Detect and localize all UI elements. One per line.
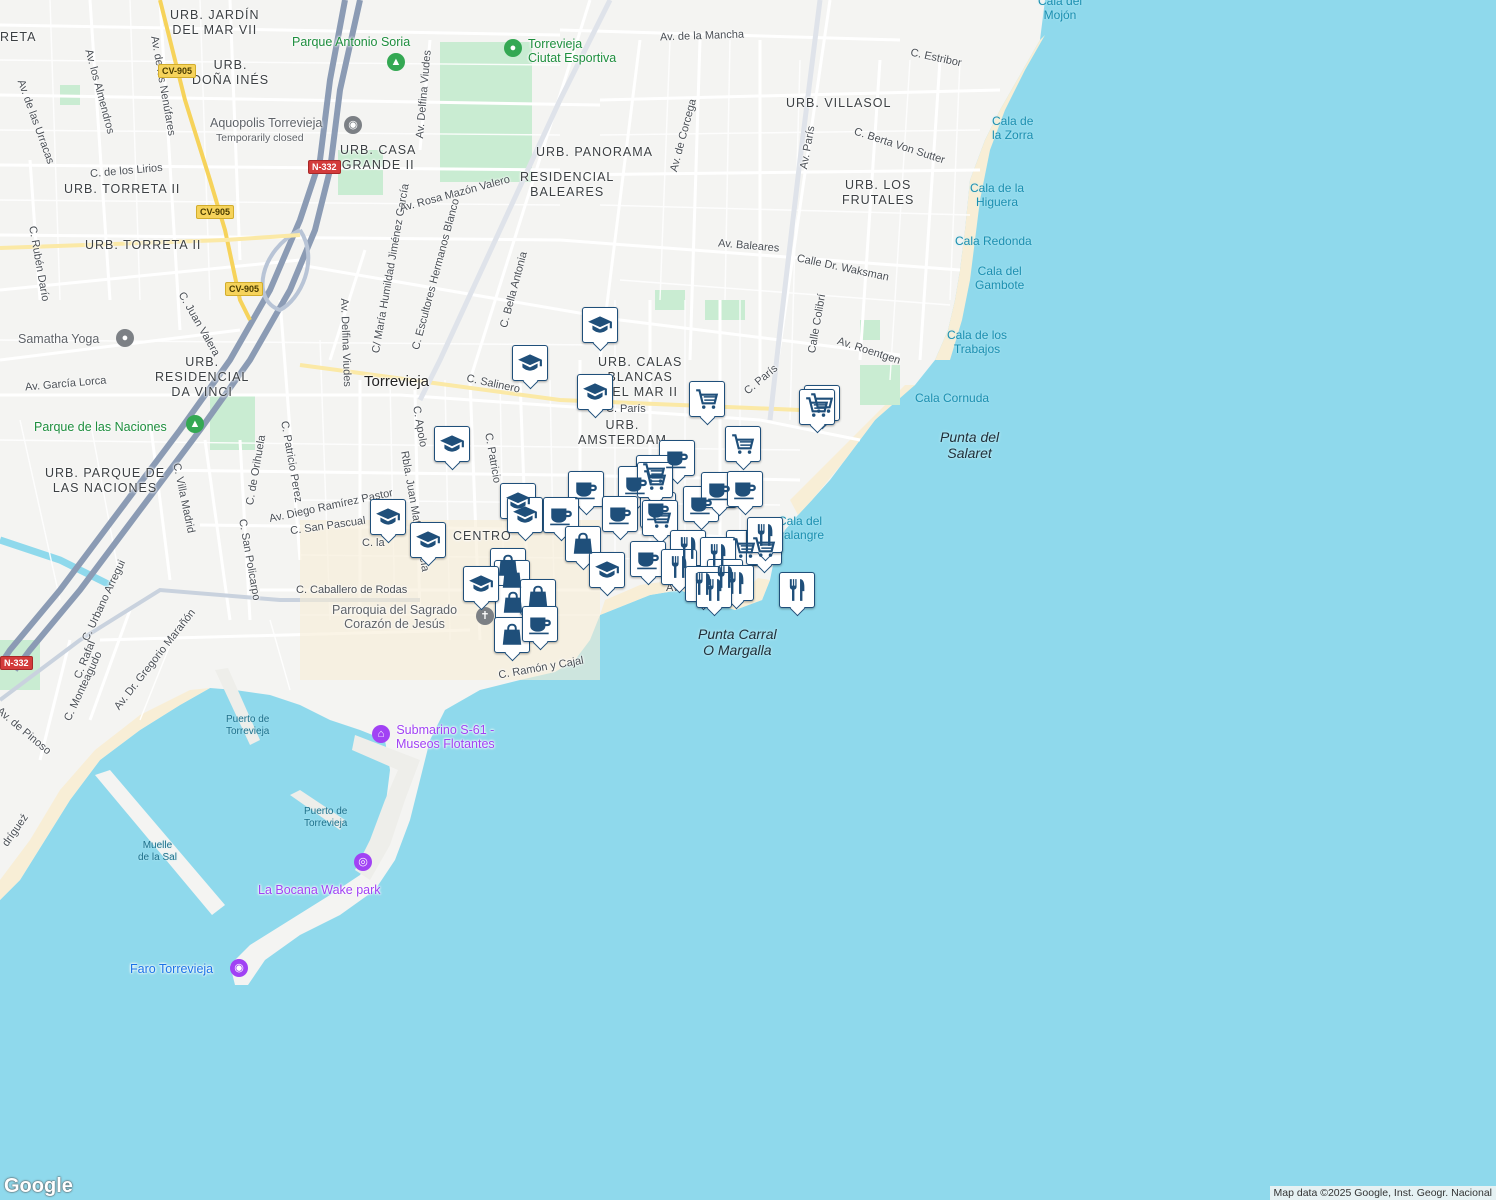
grocery-cart-marker-icon[interactable] xyxy=(642,500,678,536)
area-label-villasol: URB. VILLASOL xyxy=(786,96,892,110)
area-label-jardin: URB. JARDÍN DEL MAR VII xyxy=(170,8,260,37)
cafe-marker-icon[interactable] xyxy=(522,606,558,642)
poi-soria-label[interactable]: Parque Antonio Soria xyxy=(292,35,410,49)
area-label-doina: URB. DOÑA INÉS xyxy=(192,58,270,87)
cafe-marker-icon[interactable] xyxy=(543,497,579,533)
school-marker-icon[interactable] xyxy=(582,307,618,343)
park-icon[interactable]: ▲ xyxy=(387,53,405,71)
poi-aquopolis-label[interactable]: Aquopolis Torrevieja xyxy=(210,116,322,130)
poi-submarino-label[interactable]: Submarino S-61 - Museos Flotantes xyxy=(396,723,495,751)
area-label-centro: CENTRO xyxy=(453,529,512,543)
cafe-marker-icon[interactable] xyxy=(727,471,763,507)
museum-icon[interactable]: ⌂ xyxy=(372,725,390,743)
area-label-reta: RETA xyxy=(0,30,37,44)
city-label: Torrevieja xyxy=(364,373,430,390)
poi-parroquia-label[interactable]: Parroquia del Sagrado Corazón de Jesús xyxy=(332,603,457,631)
coast-trabajos: Cala de los Trabajos xyxy=(947,328,1008,356)
wake-park-icon[interactable]: ◎ xyxy=(354,853,372,871)
park xyxy=(705,300,745,320)
coast-higuera: Cala de la Higuera xyxy=(970,181,1025,209)
park xyxy=(440,42,532,182)
shield-cv905: CV-905 xyxy=(225,282,264,296)
stadium-icon[interactable]: ● xyxy=(504,39,522,57)
camera-icon[interactable]: ◉ xyxy=(344,116,362,134)
area-label-amsterdam: URB. AMSTERDAM xyxy=(578,418,667,447)
grocery-cart-marker-icon[interactable] xyxy=(799,389,835,425)
street-c-la: C. la xyxy=(362,537,385,549)
poi-ciutat-label[interactable]: Torrevieja Ciutat Esportiva xyxy=(528,37,616,65)
park xyxy=(655,290,685,310)
poi-puerto-label: Puerto de Torrevieja xyxy=(304,806,348,829)
poi-bocana-label[interactable]: La Bocana Wake park xyxy=(258,883,381,897)
park-icon[interactable]: ▲ xyxy=(186,415,204,433)
coast-redonda: Cala Redonda xyxy=(955,234,1032,248)
coast-palangre: Cala del Palangre xyxy=(776,514,825,542)
school-marker-icon[interactable] xyxy=(577,374,613,410)
area-label-baleares: RESIDENCIAL BALEARES xyxy=(520,170,615,199)
area-label-panorama: URB. PANORAMA xyxy=(536,145,653,159)
church-icon[interactable]: ✝ xyxy=(476,607,494,625)
area-label-casa-grande: URB. CASA GRANDE II xyxy=(340,143,417,172)
area-label-naciones: URB. PARQUE DE LAS NACIONES xyxy=(45,466,166,495)
coast-cornuda: Cala Cornuda xyxy=(915,391,990,405)
coast-gambote: Cala del Gambote xyxy=(975,264,1025,292)
grocery-cart-marker-icon[interactable] xyxy=(725,426,761,462)
school-marker-icon[interactable] xyxy=(370,499,406,535)
school-marker-icon[interactable] xyxy=(463,566,499,602)
cafe-marker-icon[interactable] xyxy=(630,541,666,577)
shopping-bag-marker-icon[interactable] xyxy=(520,579,556,615)
cafe-marker-icon[interactable] xyxy=(602,496,638,532)
google-logo: Google xyxy=(4,1175,73,1197)
poi-muelle-label: Muelle de la Sal xyxy=(138,840,177,863)
camera-icon[interactable]: ◉ xyxy=(230,959,248,977)
restaurant-marker-icon[interactable] xyxy=(696,572,732,608)
park xyxy=(860,365,900,405)
coast-salaret: Punta del Salaret xyxy=(940,429,1000,461)
attribution[interactable]: Map data ©2025 Google, Inst. Geogr. Naci… xyxy=(1269,1186,1496,1200)
school-marker-icon[interactable] xyxy=(512,345,548,381)
place-icon[interactable]: ● xyxy=(116,329,134,347)
coast-mojon: Cala del Mojón xyxy=(1038,0,1083,22)
restaurant-marker-icon[interactable] xyxy=(747,517,783,553)
area-label-torreta-2: URB. TORRETA II xyxy=(85,238,202,252)
poi-faro-label[interactable]: Faro Torrevieja xyxy=(130,962,213,976)
school-marker-icon[interactable] xyxy=(589,552,625,588)
poi-puerto-label: Puerto de Torrevieja xyxy=(226,714,270,737)
area-label-davinci: URB. RESIDENCIAL DA VINCI xyxy=(155,355,250,399)
area-label-frutales: URB. LOS FRUTALES xyxy=(842,178,915,207)
coast-zorra: Cala de la Zorra xyxy=(992,114,1034,142)
school-marker-icon[interactable] xyxy=(434,426,470,462)
poi-naciones-label[interactable]: Parque de las Naciones xyxy=(34,420,167,434)
grocery-cart-marker-icon[interactable] xyxy=(637,462,673,498)
shield-n332: N-332 xyxy=(308,160,341,174)
restaurant-marker-icon[interactable] xyxy=(779,572,815,608)
shield-cv905: CV-905 xyxy=(158,64,197,78)
coast-carral: Punta Carral O Margalla xyxy=(698,626,777,658)
school-marker-icon[interactable] xyxy=(507,497,543,533)
poi-samatha-label[interactable]: Samatha Yoga xyxy=(18,332,99,346)
area-label-torreta-1: URB. TORRETA II xyxy=(64,182,181,196)
grocery-cart-marker-icon[interactable] xyxy=(689,381,725,417)
shopping-bag-marker-icon[interactable] xyxy=(494,617,530,653)
school-marker-icon[interactable] xyxy=(410,522,446,558)
shield-cv905: CV-905 xyxy=(196,205,235,219)
poi-aquopolis-status: Temporarily closed xyxy=(216,132,304,144)
shield-n332: N-332 xyxy=(0,656,33,670)
street-caballero: C. Caballero de Rodas xyxy=(296,584,408,596)
